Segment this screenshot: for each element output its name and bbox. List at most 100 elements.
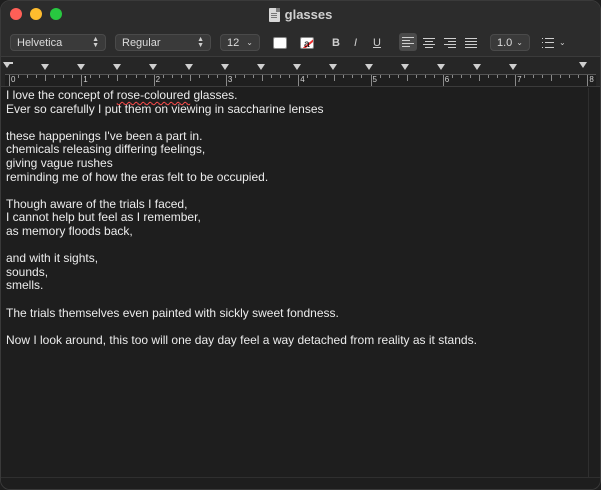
ruler-tick-minor (460, 75, 462, 78)
ruler-tick-minor (117, 75, 119, 81)
minimize-button[interactable] (30, 8, 42, 20)
ruler-tick-minor (397, 75, 399, 78)
italic-button[interactable]: I (354, 34, 357, 51)
text-line: smells. (6, 278, 44, 293)
horizontal-scrollbar[interactable] (1, 477, 600, 489)
ruler-tick-minor (198, 75, 200, 78)
ruler-tick-major (515, 75, 517, 86)
font-family-popup[interactable]: Helvetica ▲ ▼ (10, 34, 106, 51)
ruler-number: 0 (11, 75, 16, 84)
tab-stop[interactable] (113, 64, 121, 70)
ruler-tick-minor (578, 75, 580, 78)
ruler-tick-minor (45, 75, 47, 81)
ruler-tick-minor (72, 75, 74, 78)
align-left-button[interactable] (399, 33, 417, 51)
highlight-none-icon: a (300, 36, 314, 49)
text-line: reminding me of how the eras felt to be … (6, 169, 269, 184)
font-style-popup[interactable]: Regular ▲ ▼ (115, 34, 211, 51)
text-line: I cannot help but feel as I remember, (6, 210, 201, 225)
ruler-tick-major (587, 75, 589, 86)
bold-button[interactable]: B (332, 34, 340, 51)
ruler-tick-minor (18, 75, 20, 78)
tab-stop[interactable] (149, 64, 157, 70)
tab-stop[interactable] (473, 64, 481, 70)
vertical-scrollbar[interactable] (588, 88, 600, 478)
text-line: giving vague rushes (6, 155, 113, 170)
align-right-icon (444, 37, 456, 48)
line-spacing-value: 1.0 (497, 36, 513, 49)
ruler-tick-minor (469, 75, 471, 78)
close-button[interactable] (10, 8, 22, 20)
document-text-area[interactable]: I love the concept of rose-coloured glas… (1, 88, 588, 478)
tab-stop[interactable] (77, 64, 85, 70)
ruler-tick-minor (524, 75, 526, 78)
ruler-tick-minor (27, 75, 29, 78)
ruler-tick-major (81, 75, 83, 86)
ruler-number: 1 (83, 75, 88, 84)
text-line (6, 116, 588, 130)
misspelled-word[interactable]: rose-coloured (117, 88, 190, 102)
ruler-tick-minor (90, 75, 92, 78)
ruler-tick-minor (162, 75, 164, 78)
ruler-tick-major (442, 75, 444, 86)
tab-stop[interactable] (221, 64, 229, 70)
underline-button[interactable]: U (373, 34, 381, 51)
tab-stop[interactable] (41, 64, 49, 70)
ruler-tick-minor (334, 75, 336, 81)
ruler-tick-minor (307, 75, 309, 78)
ruler-tick-minor (497, 75, 499, 78)
textedit-window: glasses Helvetica ▲ ▼ Regular ▲ ▼ 12 ⌄ a B… (0, 0, 601, 490)
ruler-tick-minor (352, 75, 354, 78)
tab-stop[interactable] (365, 64, 373, 70)
ruler-tick-minor (343, 75, 345, 78)
ruler-tick-minor (126, 75, 128, 78)
ruler-tick-minor (542, 75, 544, 78)
tab-stop[interactable] (329, 64, 337, 70)
ruler-tick-minor (189, 75, 191, 81)
text-line: chemicals releasing differing feelings, (6, 142, 206, 157)
tab-stop[interactable] (437, 64, 445, 70)
tab-stop[interactable] (257, 64, 265, 70)
line-spacing-popup[interactable]: 1.0 ⌄ (490, 34, 530, 51)
ruler-tick-minor (451, 75, 453, 78)
ruler-tick-minor (478, 75, 480, 81)
align-left-icon (402, 37, 414, 47)
align-center-button[interactable] (423, 34, 435, 51)
ruler-tick-minor (243, 75, 245, 78)
ruler-tick-minor (280, 75, 282, 78)
zoom-button[interactable] (50, 8, 62, 20)
tab-stop[interactable] (185, 64, 193, 70)
chevron-down-icon: ⌄ (246, 38, 253, 47)
tab-stop[interactable] (293, 64, 301, 70)
ruler-tick-minor (234, 75, 236, 78)
align-justify-icon (465, 37, 477, 48)
ruler[interactable]: 0 1 2 3 4 5 6 7 8 (1, 57, 600, 87)
align-right-button[interactable] (444, 34, 456, 51)
ruler-tick-minor (171, 75, 173, 78)
ruler-tick-minor (135, 75, 137, 78)
tab-stop[interactable] (401, 64, 409, 70)
ruler-tick-minor (180, 75, 182, 78)
ruler-tick-minor (108, 75, 110, 78)
font-size-value: 12 (227, 36, 240, 49)
text-color-well[interactable] (273, 34, 287, 51)
left-indent-marker[interactable] (4, 62, 13, 64)
right-indent-marker[interactable] (579, 62, 587, 68)
ruler-number: 8 (589, 75, 594, 84)
window-title: glasses (268, 7, 332, 22)
title-bar[interactable]: glasses (1, 1, 600, 28)
ruler-number: 4 (300, 75, 305, 84)
list-style-popup[interactable]: ⌄ (542, 34, 566, 51)
ruler-tick-minor (415, 75, 417, 78)
ruler-tick-minor (433, 75, 435, 78)
justify-button[interactable] (465, 34, 477, 51)
text-line (6, 184, 588, 198)
ruler-tick-minor (54, 75, 56, 78)
text-line: Though aware of the trials I faced, (6, 196, 188, 211)
ruler-tick-minor (36, 75, 38, 78)
highlight-color-well[interactable]: a (300, 34, 314, 51)
text-line: as memory floods back, (6, 223, 133, 238)
tab-stop[interactable] (509, 64, 517, 70)
text-line (6, 320, 588, 334)
font-size-combo[interactable]: 12 ⌄ (220, 34, 260, 51)
